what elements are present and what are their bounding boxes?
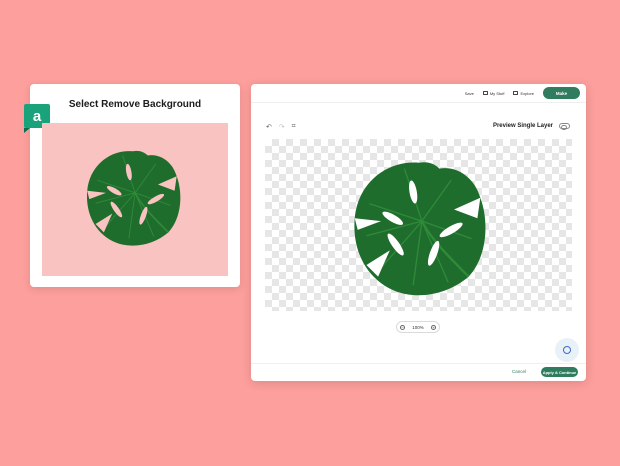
zoom-out-icon[interactable]: − <box>400 324 405 330</box>
explore-icon <box>513 91 519 95</box>
my-stuff-label: My Stuff <box>489 90 505 96</box>
apply-continue-button[interactable]: Apply & Continue <box>541 367 578 377</box>
save-button[interactable]: Save <box>465 91 474 96</box>
explore-label: Explore <box>520 90 534 96</box>
my-stuff-button[interactable]: My Stuff <box>482 90 505 96</box>
logo-letter: a <box>32 107 42 125</box>
monstera-leaf-cutout <box>354 162 486 296</box>
redo-icon[interactable]: ↷ <box>279 123 285 131</box>
apply-continue-label: Apply & Continue <box>542 369 577 375</box>
preview-single-layer-control: Preview Single Layer <box>492 123 570 131</box>
help-button[interactable] <box>555 338 579 362</box>
mail-icon <box>482 91 488 95</box>
undo-icon[interactable]: ↶ <box>266 123 272 131</box>
transparent-canvas[interactable] <box>265 139 572 311</box>
zoom-control: − 100% + <box>396 321 440 333</box>
explore-button[interactable]: Explore <box>513 91 534 96</box>
preview-single-layer-toggle[interactable] <box>559 123 570 131</box>
editor-footer: Cancel Apply & Continue <box>251 363 586 381</box>
chat-help-icon <box>563 346 571 354</box>
cancel-button[interactable]: Cancel <box>512 369 526 374</box>
zoom-in-icon[interactable]: + <box>430 324 436 330</box>
card-title: Select Remove Background <box>68 99 202 110</box>
original-image-preview <box>42 123 228 276</box>
make-label: Make <box>555 90 568 96</box>
save-label: Save <box>464 90 474 96</box>
monstera-leaf-image <box>86 150 181 246</box>
preview-single-layer-label: Preview Single Layer <box>492 123 553 129</box>
edit-toolbar: ↶ ↷ ⌗ <box>266 123 296 131</box>
crop-icon[interactable]: ⌗ <box>292 123 296 131</box>
remove-background-card: a Select Remove Background <box>24 84 240 287</box>
zoom-level: 100% <box>412 324 424 330</box>
background-remover-editor: Save My Stuff Explore Make ↶ ↷ ⌗ Preview… <box>251 84 586 381</box>
top-navigation-bar: Save My Stuff Explore Make <box>251 84 586 103</box>
make-button[interactable]: Make <box>543 87 580 99</box>
